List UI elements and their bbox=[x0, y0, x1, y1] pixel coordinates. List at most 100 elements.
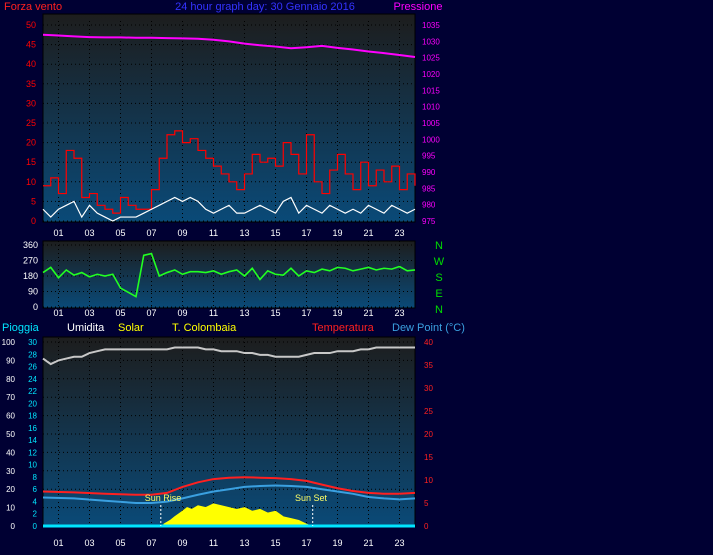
x-tick-temp: 19 bbox=[332, 538, 342, 548]
wind-axis-title: Forza vento bbox=[4, 1, 62, 13]
legend-solar: Solar bbox=[118, 322, 144, 334]
rain-y-tick: 30 bbox=[28, 338, 37, 347]
sunrise-label: Sun Rise bbox=[145, 493, 182, 503]
rain-y-tick: 26 bbox=[28, 363, 37, 372]
humidity-y-tick: 0 bbox=[11, 522, 16, 531]
temperature-y-tick: 0 bbox=[424, 522, 429, 531]
pressure-y-tick: 990 bbox=[422, 168, 436, 177]
rain-y-tick: 8 bbox=[33, 473, 38, 482]
direction-e: E bbox=[435, 288, 442, 300]
rain-y-tick: 2 bbox=[33, 510, 38, 519]
pressure-y-tick: 1030 bbox=[422, 37, 440, 46]
wind-y-tick: 45 bbox=[26, 40, 36, 50]
x-tick-temp: 17 bbox=[301, 538, 311, 548]
wind-y-tick: 50 bbox=[26, 20, 36, 30]
legend-umidita: Umidita bbox=[67, 322, 105, 334]
x-tick-temp: 11 bbox=[209, 538, 218, 548]
direction-y-tick: 0 bbox=[33, 302, 38, 312]
x-tick-wind: 03 bbox=[84, 228, 94, 238]
temperature-y-tick: 25 bbox=[424, 407, 433, 416]
direction-y-tick: 360 bbox=[23, 240, 38, 250]
weather-graph: Forza vento 24 hour graph day: 30 Gennai… bbox=[2, 1, 465, 548]
pressure-y-tick: 995 bbox=[422, 152, 436, 161]
rain-y-tick: 4 bbox=[33, 497, 38, 506]
rain-y-tick: 6 bbox=[33, 485, 38, 494]
x-tick-dir: 05 bbox=[115, 308, 125, 318]
x-tick-dir: 23 bbox=[394, 308, 404, 318]
wind-panel bbox=[42, 13, 416, 223]
pressure-y-tick: 980 bbox=[422, 201, 436, 210]
rain-y-tick: 28 bbox=[28, 350, 37, 359]
direction-letters: N W S E N bbox=[434, 240, 445, 316]
legend-temperatura: Temperatura bbox=[312, 322, 375, 334]
x-tick-wind: 13 bbox=[239, 228, 249, 238]
humidity-y-tick: 40 bbox=[6, 448, 15, 457]
wind-y-tick: 25 bbox=[26, 118, 36, 128]
direction-y-tick: 180 bbox=[23, 271, 38, 281]
x-tick-wind: 17 bbox=[301, 228, 311, 238]
x-tick-dir: 07 bbox=[146, 308, 156, 318]
wind-y-tick: 35 bbox=[26, 79, 36, 89]
pressure-y-tick: 1010 bbox=[422, 103, 440, 112]
rain-y-tick: 20 bbox=[28, 399, 37, 408]
temperature-y-tick: 20 bbox=[424, 430, 433, 439]
wind-y-tick: 5 bbox=[31, 196, 36, 206]
temperature-panel bbox=[42, 336, 416, 528]
x-tick-temp: 13 bbox=[239, 538, 249, 548]
rain-y-tick: 24 bbox=[28, 375, 37, 384]
wind-y-tick: 20 bbox=[26, 138, 36, 148]
x-tick-wind: 09 bbox=[177, 228, 187, 238]
rain-y-tick: 18 bbox=[28, 412, 37, 421]
humidity-y-tick: 30 bbox=[6, 467, 15, 476]
x-tick-dir: 15 bbox=[270, 308, 280, 318]
pressure-y-tick: 1025 bbox=[422, 54, 440, 63]
pressure-y-tick: 1020 bbox=[422, 70, 440, 79]
direction-w: W bbox=[434, 256, 445, 268]
temperature-y-tick: 15 bbox=[424, 453, 433, 462]
humidity-y-tick: 90 bbox=[6, 356, 15, 365]
temperature-y-tick: 30 bbox=[424, 384, 433, 393]
humidity-y-tick: 10 bbox=[6, 504, 15, 513]
direction-n-bottom: N bbox=[435, 304, 443, 316]
humidity-y-tick: 20 bbox=[6, 485, 15, 494]
rain-y-tick: 12 bbox=[28, 448, 37, 457]
temperature-y-tick: 40 bbox=[424, 338, 433, 347]
x-tick-wind: 05 bbox=[115, 228, 125, 238]
pressure-y-tick: 1015 bbox=[422, 86, 440, 95]
x-tick-dir: 03 bbox=[84, 308, 94, 318]
x-tick-dir: 01 bbox=[53, 308, 63, 318]
humidity-y-tick: 50 bbox=[6, 430, 15, 439]
pressure-y-tick: 1035 bbox=[422, 21, 440, 30]
x-tick-temp: 05 bbox=[115, 538, 125, 548]
rain-y-tick: 0 bbox=[33, 522, 38, 531]
pressure-y-tick: 975 bbox=[422, 217, 436, 226]
rain-y-tick: 22 bbox=[28, 387, 37, 396]
chart-title: 24 hour graph day: 30 Gennaio 2016 bbox=[175, 1, 355, 13]
x-tick-dir: 19 bbox=[332, 308, 342, 318]
sunset-label: Sun Set bbox=[295, 493, 328, 503]
direction-n-top: N bbox=[435, 240, 443, 252]
legend-pioggia: Pioggia bbox=[2, 322, 40, 334]
x-tick-dir: 11 bbox=[209, 308, 218, 318]
x-tick-wind: 23 bbox=[394, 228, 404, 238]
x-tick-wind: 07 bbox=[146, 228, 156, 238]
x-tick-wind: 15 bbox=[270, 228, 280, 238]
temperature-y-tick: 5 bbox=[424, 499, 429, 508]
direction-y-tick: 270 bbox=[23, 256, 38, 266]
pressure-y-tick: 1005 bbox=[422, 119, 440, 128]
pressure-y-tick: 985 bbox=[422, 184, 436, 193]
pressure-y-tick: 1000 bbox=[422, 135, 440, 144]
pressure-axis-title: Pressione bbox=[394, 1, 443, 13]
x-tick-wind: 19 bbox=[332, 228, 342, 238]
x-tick-dir: 21 bbox=[363, 308, 373, 318]
x-tick-wind: 01 bbox=[53, 228, 63, 238]
x-tick-wind: 11 bbox=[209, 228, 218, 238]
x-tick-temp: 01 bbox=[53, 538, 63, 548]
x-tick-dir: 13 bbox=[239, 308, 249, 318]
direction-s: S bbox=[435, 272, 442, 284]
rain-y-tick: 14 bbox=[28, 436, 37, 445]
humidity-y-tick: 70 bbox=[6, 393, 15, 402]
temperature-y-tick: 35 bbox=[424, 361, 433, 370]
temperature-y-tick: 10 bbox=[424, 476, 433, 485]
wind-y-tick: 40 bbox=[26, 59, 36, 69]
